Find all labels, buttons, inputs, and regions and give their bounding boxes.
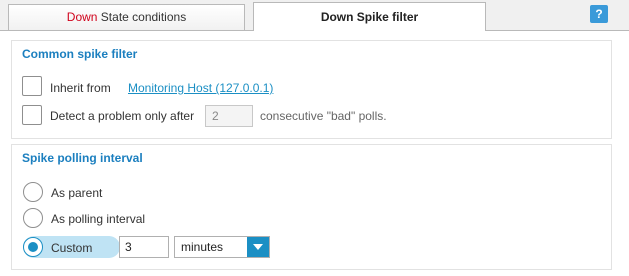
section-title: Spike polling interval: [22, 151, 143, 165]
section-title: Common spike filter: [22, 47, 138, 61]
custom-interval-input[interactable]: 3: [119, 236, 169, 258]
radio-selected-dot: [28, 242, 38, 252]
tab-label: Down Spike filter: [320, 10, 419, 24]
spike-filter-panel: Common spike filter Inherit from Monitor…: [0, 30, 629, 276]
inherit-source-link[interactable]: Monitoring Host (127.0.0.1): [128, 81, 273, 95]
detect-problem-checkbox[interactable]: [22, 105, 42, 125]
help-icon[interactable]: ?: [590, 5, 608, 23]
chevron-down-icon[interactable]: [247, 237, 269, 257]
bad-polls-input[interactable]: 2: [205, 105, 253, 127]
radio-label-as-polling-interval: As polling interval: [51, 212, 146, 226]
radio-as-polling-interval[interactable]: [23, 208, 43, 228]
inherit-checkbox[interactable]: [22, 76, 42, 96]
tab-down-state-conditions[interactable]: Down State conditions: [8, 4, 245, 30]
radio-label-as-parent: As parent: [51, 186, 103, 200]
tab-label-prefix: Down: [66, 10, 98, 24]
interval-unit-select[interactable]: minutes: [174, 236, 270, 258]
spike-polling-interval-section: Spike polling interval As parent As poll…: [11, 144, 612, 270]
inherit-label: Inherit from: [50, 81, 111, 95]
tab-down-spike-filter[interactable]: Down Spike filter: [253, 2, 486, 31]
common-spike-filter-section: Common spike filter Inherit from Monitor…: [11, 40, 612, 139]
tab-bar: Down State conditions Down Spike filter …: [0, 0, 629, 31]
interval-unit-value: minutes: [181, 240, 224, 254]
detect-problem-label: Detect a problem only after: [50, 109, 195, 123]
radio-as-parent[interactable]: [23, 182, 43, 202]
radio-custom[interactable]: [23, 237, 43, 257]
radio-label-custom: Custom: [51, 241, 93, 255]
bad-polls-suffix: consecutive "bad" polls.: [260, 109, 387, 123]
tab-label-suffix: State conditions: [97, 10, 187, 24]
